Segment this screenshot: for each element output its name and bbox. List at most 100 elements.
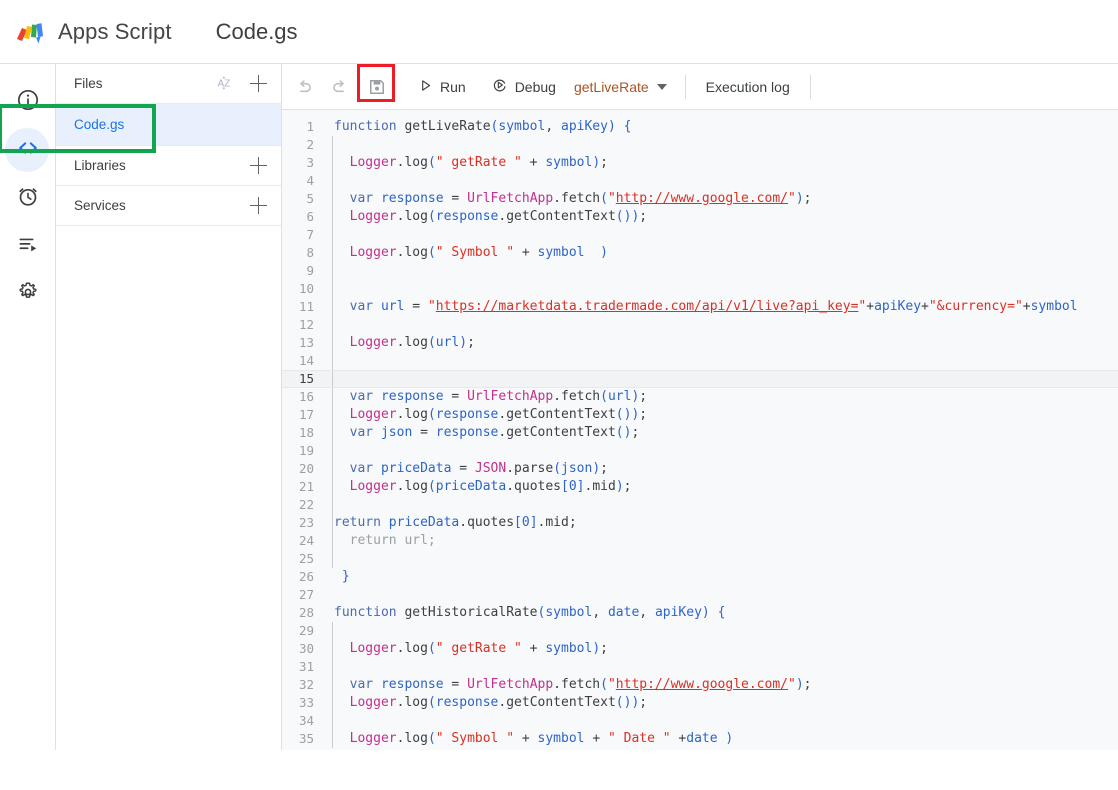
- line-number: 21: [298, 479, 314, 494]
- line-number: 33: [298, 695, 314, 710]
- files-section-header: Files AZ: [56, 64, 281, 104]
- code-line[interactable]: 5 var response = UrlFetchApp.fetch("http…: [282, 190, 1118, 208]
- line-number: 23: [298, 515, 314, 530]
- code-line-text: Logger.log(" getRate " + symbol);: [349, 155, 608, 170]
- code-line[interactable]: 35 Logger.log(" Symbol " + symbol + " Da…: [282, 730, 1118, 748]
- indent-guide: [332, 334, 333, 352]
- code-line[interactable]: 13 Logger.log(url);: [282, 334, 1118, 352]
- code-line[interactable]: 7: [282, 226, 1118, 244]
- code-line[interactable]: 16 var response = UrlFetchApp.fetch(url)…: [282, 388, 1118, 406]
- code-line[interactable]: 2: [282, 136, 1118, 154]
- indent-guide: [332, 424, 333, 442]
- indent-guide: [332, 226, 333, 244]
- line-number: 28: [298, 605, 314, 620]
- execution-log-label: Execution log: [705, 78, 790, 95]
- sidebar-item-triggers[interactable]: [0, 174, 56, 222]
- add-file-button[interactable]: [250, 75, 267, 92]
- code-line[interactable]: 31: [282, 658, 1118, 676]
- run-button[interactable]: Run: [408, 70, 476, 104]
- code-line[interactable]: 20 var priceData = JSON.parse(json);: [282, 460, 1118, 478]
- code-line-text: Logger.log(response.getContentText());: [349, 407, 648, 422]
- services-section-header: Services: [56, 186, 281, 226]
- code-line[interactable]: 4: [282, 172, 1118, 190]
- code-line-text: var url = "https://marketdata.tradermade…: [349, 299, 1078, 314]
- code-line[interactable]: 18 var json = response.getContentText();: [282, 424, 1118, 442]
- line-number: 30: [298, 641, 314, 656]
- code-line[interactable]: 9: [282, 262, 1118, 280]
- debug-icon: [492, 77, 508, 96]
- line-number: 8: [306, 245, 314, 260]
- code-line[interactable]: 8 Logger.log(" Symbol " + symbol ): [282, 244, 1118, 262]
- indent-guide: [332, 640, 333, 658]
- line-number: 29: [298, 623, 314, 638]
- sort-az-icon[interactable]: AZ: [217, 73, 236, 95]
- code-line[interactable]: 11 var url = "https://marketdata.traderm…: [282, 298, 1118, 316]
- code-line-text: var response = UrlFetchApp.fetch("http:/…: [349, 191, 812, 206]
- info-icon: [16, 88, 40, 117]
- sidebar-item-project-settings[interactable]: [0, 270, 56, 318]
- code-line[interactable]: 19: [282, 442, 1118, 460]
- code-line-text: Logger.log(url);: [349, 335, 475, 350]
- code-editor[interactable]: 1 function getLiveRate(symbol, apiKey) {2…: [282, 110, 1118, 750]
- code-line[interactable]: 32 var response = UrlFetchApp.fetch("htt…: [282, 676, 1118, 694]
- line-number: 10: [298, 281, 314, 296]
- play-icon: [418, 78, 433, 96]
- code-line[interactable]: 34: [282, 712, 1118, 730]
- indent-guide: [332, 316, 333, 334]
- code-line[interactable]: 10: [282, 280, 1118, 298]
- function-select-value: getLiveRate: [573, 78, 649, 95]
- undo-button[interactable]: [288, 70, 322, 104]
- code-line[interactable]: 3 Logger.log(" getRate " + symbol);: [282, 154, 1118, 172]
- indent-guide: [332, 550, 333, 568]
- indent-guide: [332, 388, 333, 406]
- indent-guide: [332, 208, 333, 226]
- code-line[interactable]: 29: [282, 622, 1118, 640]
- code-line[interactable]: 33 Logger.log(response.getContentText())…: [282, 694, 1118, 712]
- code-line[interactable]: 1 function getLiveRate(symbol, apiKey) {: [282, 118, 1118, 136]
- line-number: 6: [306, 209, 314, 224]
- code-line[interactable]: 27: [282, 586, 1118, 604]
- indent-guide: [332, 514, 333, 532]
- code-lines[interactable]: 1 function getLiveRate(symbol, apiKey) {2…: [282, 118, 1118, 748]
- add-library-button[interactable]: [250, 157, 267, 174]
- code-line[interactable]: 25: [282, 550, 1118, 568]
- save-button[interactable]: [360, 70, 394, 104]
- code-line[interactable]: 24 return url;: [282, 532, 1118, 550]
- line-number: 12: [298, 317, 314, 332]
- code-line-text: Logger.log(response.getContentText());: [349, 695, 648, 710]
- indent-guide: [332, 352, 333, 370]
- sidebar-item-executions[interactable]: [0, 222, 56, 270]
- code-line[interactable]: 17 Logger.log(response.getContentText())…: [282, 406, 1118, 424]
- line-number: 7: [306, 227, 314, 242]
- add-service-button[interactable]: [250, 197, 267, 214]
- indent-guide: [332, 532, 333, 550]
- code-line[interactable]: 12: [282, 316, 1118, 334]
- code-line[interactable]: 26 }: [282, 568, 1118, 586]
- code-line[interactable]: 6 Logger.log(response.getContentText());: [282, 208, 1118, 226]
- code-line[interactable]: 14: [282, 352, 1118, 370]
- line-number: 13: [298, 335, 314, 350]
- code-top-padding: [282, 110, 1118, 118]
- code-line[interactable]: 30 Logger.log(" getRate " + symbol);: [282, 640, 1118, 658]
- code-line[interactable]: 28 function getHistoricalRate(symbol, dat…: [282, 604, 1118, 622]
- chevron-down-icon: [656, 83, 667, 90]
- line-number: 26: [298, 569, 314, 584]
- save-floppy-icon: [370, 79, 384, 94]
- code-line[interactable]: 21 Logger.log(priceData.quotes[0].mid);: [282, 478, 1118, 496]
- code-line-text: Logger.log(" getRate " + symbol);: [349, 641, 608, 656]
- indent-guide: [332, 622, 333, 640]
- code-line[interactable]: 23 return priceData.quotes[0].mid;: [282, 514, 1118, 532]
- line-number: 4: [306, 173, 314, 188]
- code-line[interactable]: 22: [282, 496, 1118, 514]
- sidebar-item-editor[interactable]: [0, 126, 56, 174]
- sidebar-item-overview[interactable]: [0, 78, 56, 126]
- line-number: 31: [298, 659, 314, 674]
- list-item[interactable]: Code.gs: [56, 104, 281, 146]
- redo-button[interactable]: [322, 70, 356, 104]
- function-select[interactable]: getLiveRate: [566, 70, 675, 104]
- debug-button[interactable]: Debug: [482, 70, 566, 104]
- execution-log-button[interactable]: Execution log: [696, 70, 800, 104]
- app-title: Apps Script: [58, 18, 172, 44]
- code-line[interactable]: 15: [282, 370, 1118, 388]
- code-line-text: function getLiveRate(symbol, apiKey) {: [334, 119, 632, 134]
